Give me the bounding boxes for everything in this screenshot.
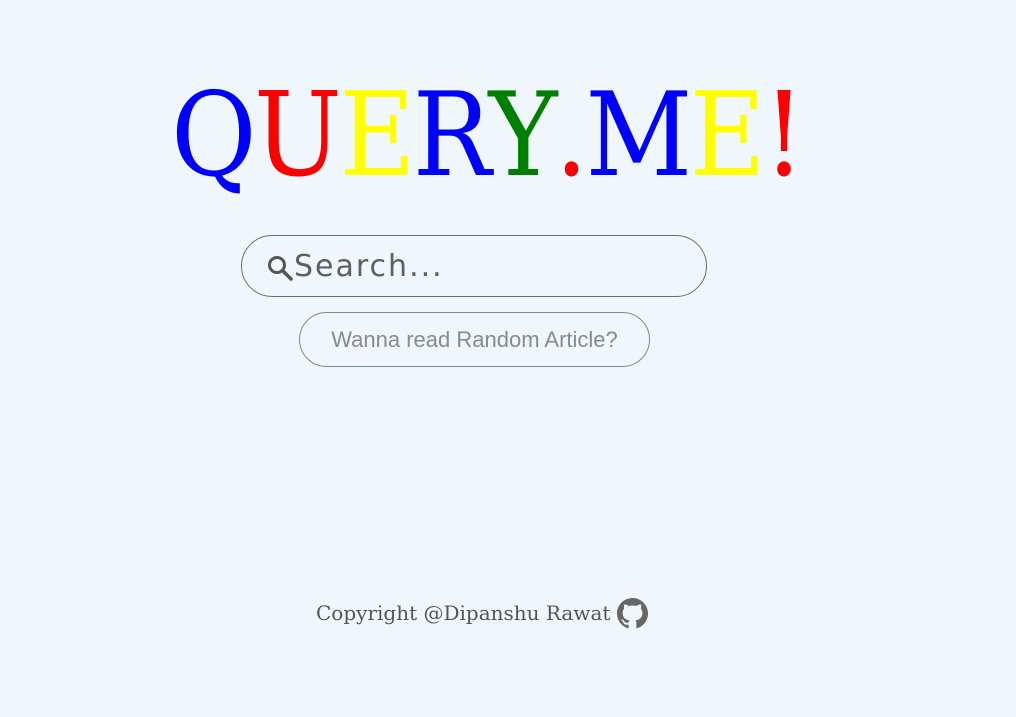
random-article-button[interactable]: Wanna read Random Article? xyxy=(299,312,650,367)
logo-letter-exclaim: ! xyxy=(763,68,805,203)
logo-letter-dot: . xyxy=(554,68,588,203)
search-box[interactable] xyxy=(241,235,707,297)
logo-letter-y: Y xyxy=(488,68,558,203)
footer: Copyright @Dipanshu Rawat xyxy=(316,597,649,629)
logo-letter-m: M xyxy=(585,68,692,203)
logo-letter-q: Q xyxy=(171,68,257,203)
logo-letter-e2: E xyxy=(689,68,766,203)
github-icon[interactable] xyxy=(617,597,649,629)
copyright-text: Copyright @Dipanshu Rawat xyxy=(316,601,611,625)
page: QUERY.ME! Wanna read Random Article? Cop… xyxy=(0,0,1016,717)
logo-letter-e: E xyxy=(339,68,415,203)
logo: QUERY.ME! xyxy=(171,68,805,203)
logo-letter-u: U xyxy=(253,68,342,203)
logo-letter-r: R xyxy=(412,68,492,203)
search-icon xyxy=(268,256,293,281)
search-input[interactable] xyxy=(294,246,684,286)
